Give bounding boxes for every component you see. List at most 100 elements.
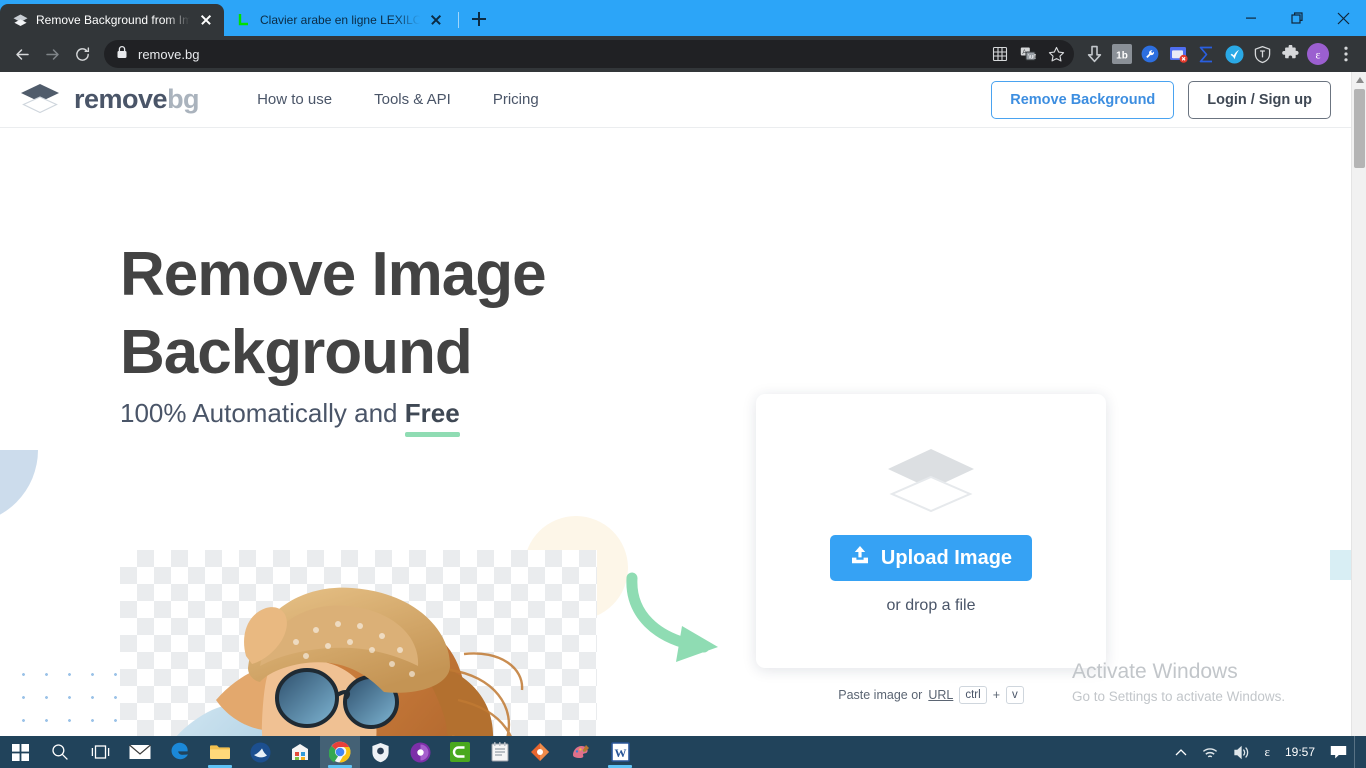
key-ctrl: ctrl [959, 686, 987, 704]
key-v: v [1006, 686, 1024, 704]
taskbar-clock[interactable]: 19:57 [1277, 745, 1323, 759]
reload-icon[interactable] [68, 40, 96, 68]
new-tab-button[interactable] [465, 5, 493, 33]
calculator-green-icon[interactable] [440, 736, 480, 768]
bookmark-star-icon[interactable] [1044, 42, 1068, 66]
browser-tab-title: Remove Background from Image [36, 13, 190, 27]
hero-section: Remove Image Background 100% Automatical… [0, 128, 1351, 736]
paste-hint: Paste image or URL ctrl + v [756, 686, 1106, 704]
tab-divider [458, 12, 459, 28]
download-arrow-icon[interactable] [1082, 42, 1106, 66]
shield-app-icon[interactable] [360, 736, 400, 768]
window-close-extension-icon[interactable] [1166, 42, 1190, 66]
microsoft-store-icon[interactable] [280, 736, 320, 768]
removebg-icon [12, 12, 28, 28]
scrollbar-thumb[interactable] [1354, 89, 1365, 168]
upload-card[interactable]: Upload Image or drop a file [756, 394, 1106, 668]
address-bar-url: remove.bg [138, 46, 200, 62]
site-header: removebg How to use Tools & API Pricing … [0, 72, 1351, 128]
upload-image-button[interactable]: Upload Image [829, 535, 1033, 581]
qr-code-icon[interactable] [988, 42, 1012, 66]
close-icon[interactable] [1320, 0, 1366, 36]
brand-word-bg: bg [167, 84, 200, 114]
puzzle-piece-icon[interactable] [1278, 42, 1302, 66]
translate-icon[interactable]: A \u6587 [1016, 42, 1040, 66]
profile-avatar[interactable]: ε [1306, 42, 1330, 66]
browser-globe-icon[interactable] [240, 736, 280, 768]
browser-window: Remove Background from Image Clavier ara… [0, 0, 1366, 768]
action-center-icon[interactable] [1323, 736, 1354, 768]
shield-icon[interactable] [1250, 42, 1274, 66]
hero-subtitle-highlight: Free [404, 398, 460, 428]
site-logo[interactable]: removebg [20, 83, 200, 117]
task-view-icon[interactable] [80, 736, 120, 768]
file-explorer-icon[interactable] [200, 736, 240, 768]
start-button-icon[interactable] [0, 736, 40, 768]
tor-browser-icon[interactable] [400, 736, 440, 768]
activate-windows-watermark: Activate Windows Go to Settings to activ… [1072, 659, 1285, 707]
wifi-icon[interactable] [1194, 736, 1226, 768]
window-controls [1228, 0, 1366, 36]
browser-tab-inactive[interactable]: Clavier arabe en ligne LEXILOGOS [224, 4, 454, 36]
drop-file-text: or drop a file [886, 597, 976, 614]
decorative-blue-shape [0, 450, 38, 524]
decorative-dot-grid [12, 663, 128, 736]
layers-stack-icon [885, 447, 977, 513]
upload-image-label: Upload Image [880, 546, 1013, 569]
browser-tab-title: Clavier arabe en ligne LEXILOGOS [260, 13, 420, 27]
page-title: Remove Image Background [120, 236, 740, 392]
page-scrollbar[interactable] [1351, 72, 1366, 736]
search-icon[interactable] [40, 736, 80, 768]
hero-subtitle: 100% Automatically and Free [120, 398, 460, 429]
tab-close-icon[interactable] [428, 12, 444, 28]
back-arrow-icon[interactable] [8, 40, 36, 68]
word-icon[interactable]: W [600, 736, 640, 768]
nav-item-pricing[interactable]: Pricing [493, 91, 539, 108]
paint-icon[interactable] [560, 736, 600, 768]
three-dot-menu-icon[interactable] [1334, 42, 1358, 66]
office-app-icon[interactable] [520, 736, 560, 768]
svg-text:\u6587: \u6587 [1028, 55, 1036, 61]
login-signup-button[interactable]: Login / Sign up [1188, 80, 1331, 119]
paste-url-link[interactable]: URL [928, 688, 953, 702]
sigma-icon[interactable] [1194, 42, 1218, 66]
language-indicator[interactable]: ε [1258, 736, 1277, 768]
show-desktop-button[interactable] [1354, 736, 1362, 768]
notepad-icon[interactable] [480, 736, 520, 768]
1b-extension-icon[interactable]: 1b [1110, 42, 1134, 66]
browser-tabstrip: Remove Background from Image Clavier ara… [0, 0, 1366, 36]
paste-hint-prefix: Paste image or [838, 688, 923, 702]
browser-tab-active[interactable]: Remove Background from Image [0, 4, 224, 36]
minimize-icon[interactable] [1228, 0, 1274, 36]
decorative-teal-square [1330, 550, 1351, 580]
upload-icon [850, 545, 870, 571]
page-viewport: removebg How to use Tools & API Pricing … [0, 72, 1366, 736]
windows-taskbar: W ε 19:57 [0, 736, 1366, 768]
tab-close-icon[interactable] [198, 12, 214, 28]
browser-toolbar: remove.bg A \u6587 [0, 36, 1366, 72]
volume-icon[interactable] [1226, 736, 1258, 768]
remove-background-button[interactable]: Remove Background [991, 80, 1175, 119]
svg-text:1b: 1b [1116, 50, 1128, 61]
maximize-icon[interactable] [1274, 0, 1320, 36]
svg-text:ε: ε [1315, 48, 1320, 62]
upload-area: Upload Image or drop a file Paste image … [756, 394, 1106, 704]
forward-arrow-icon[interactable] [38, 40, 66, 68]
show-hidden-icons-icon[interactable] [1168, 736, 1194, 768]
extension-toolbar: 1b ε [1082, 42, 1358, 66]
chrome-icon[interactable] [320, 736, 360, 768]
removebg-page: removebg How to use Tools & API Pricing … [0, 72, 1351, 736]
activate-windows-subtitle: Go to Settings to activate Windows. [1072, 689, 1286, 704]
blue-wrench-icon[interactable] [1138, 42, 1162, 66]
edge-icon[interactable] [160, 736, 200, 768]
address-bar[interactable]: remove.bg A \u6587 [104, 40, 1074, 68]
nav-item-tools-api[interactable]: Tools & API [374, 91, 451, 108]
hero-title-line1: Remove Image [120, 240, 547, 309]
mail-icon[interactable] [120, 736, 160, 768]
decorative-green-arrow [620, 568, 730, 668]
scroll-up-arrow-icon[interactable] [1352, 72, 1366, 88]
svg-text:W: W [614, 746, 626, 760]
site-navigation: How to use Tools & API Pricing [257, 91, 539, 108]
nav-item-how-to-use[interactable]: How to use [257, 91, 332, 108]
blue-check-icon[interactable] [1222, 42, 1246, 66]
